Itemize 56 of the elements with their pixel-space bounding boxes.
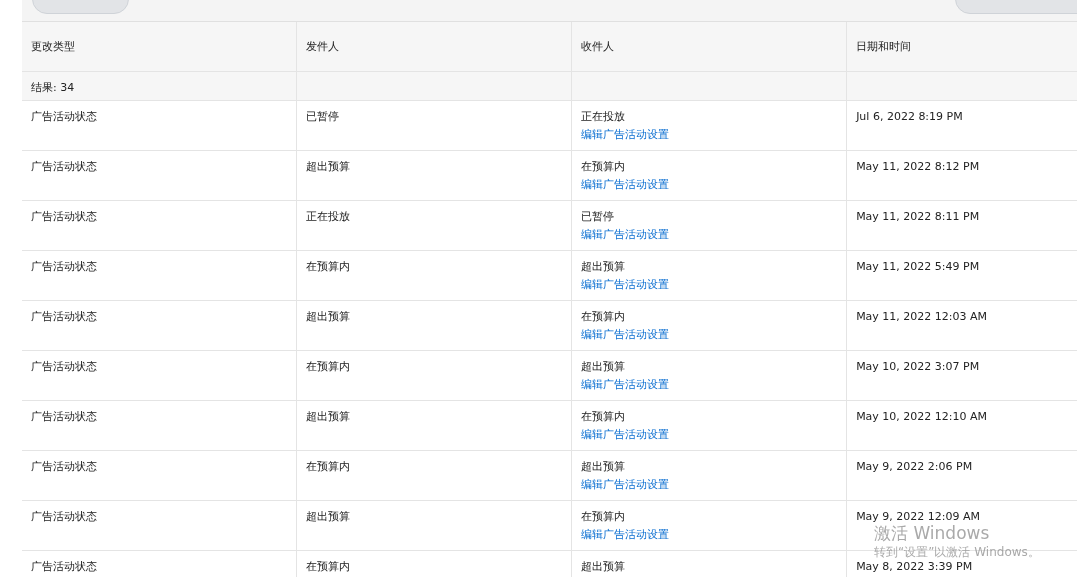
edit-link[interactable]: 编辑广告活动设置 [581, 129, 670, 141]
table-cell: 超出预算 [306, 510, 351, 524]
table-cell: 正在投放 [581, 110, 626, 124]
table-cell: 广告活动状态 [31, 260, 97, 274]
results-count: 结果: 34 [31, 81, 75, 94]
table-cell: 在预算内 [306, 460, 351, 474]
table-cell: 在预算内 [581, 160, 626, 174]
table-cell: 在预算内 [306, 260, 351, 274]
table-cell: 广告活动状态 [31, 310, 97, 324]
column-header: 收件人 [581, 40, 615, 53]
table-cell: May 10, 2022 3:07 PM [856, 360, 980, 374]
column-header: 日期和时间 [856, 40, 912, 53]
table-cell: 超出预算 [306, 310, 351, 324]
activation-message: 转到“设置”以激活 Windows。 [874, 546, 1040, 558]
table-cell: 广告活动状态 [31, 510, 97, 524]
table-cell: 在预算内 [581, 310, 626, 324]
table-cell: 广告活动状态 [31, 160, 97, 174]
edit-link[interactable]: 编辑广告活动设置 [581, 229, 670, 241]
table-cell: 超出预算 [581, 560, 626, 574]
edit-link[interactable]: 编辑广告活动设置 [581, 179, 670, 191]
table-cell: 广告活动状态 [31, 560, 97, 574]
table-cell: 在预算内 [306, 560, 351, 574]
table-cell: 广告活动状态 [31, 360, 97, 374]
table-cell: May 11, 2022 12:03 AM [856, 310, 988, 324]
edit-link[interactable]: 编辑广告活动设置 [581, 529, 670, 541]
edit-link[interactable]: 编辑广告活动设置 [581, 429, 670, 441]
table-cell: 在预算内 [581, 510, 626, 524]
table-cell: 超出预算 [581, 460, 626, 474]
edit-link[interactable]: 编辑广告活动设置 [581, 479, 670, 491]
table-cell: 广告活动状态 [31, 110, 97, 124]
table-cell: May 11, 2022 8:12 PM [856, 160, 980, 174]
table-cell: May 8, 2022 3:39 PM [856, 560, 973, 574]
table-cell: Jul 6, 2022 8:19 PM [856, 110, 963, 124]
table-cell: 在预算内 [306, 360, 351, 374]
table-cell: 超出预算 [306, 410, 351, 424]
table-cell: 超出预算 [306, 160, 351, 174]
table-cell: 在预算内 [581, 410, 626, 424]
table-cell: May 10, 2022 12:10 AM [856, 410, 988, 424]
table-cell: 超出预算 [581, 260, 626, 274]
table-cell: May 11, 2022 8:11 PM [856, 210, 980, 224]
edit-link[interactable]: 编辑广告活动设置 [581, 379, 670, 391]
activation-title: 激活 Windows [874, 525, 990, 542]
edit-link[interactable]: 编辑广告活动设置 [581, 329, 670, 341]
table-cell: 广告活动状态 [31, 410, 97, 424]
table-cell: May 9, 2022 2:06 PM [856, 460, 973, 474]
table-cell: 已暂停 [306, 110, 340, 124]
table-cell: 已暂停 [581, 210, 615, 224]
table-cell: 广告活动状态 [31, 460, 97, 474]
table-cell: May 11, 2022 5:49 PM [856, 260, 980, 274]
table-cell: May 9, 2022 12:09 AM [856, 510, 981, 524]
column-header: 发件人 [306, 40, 340, 53]
table-cell: 广告活动状态 [31, 210, 97, 224]
table-cell: 超出预算 [581, 360, 626, 374]
column-header: 更改类型 [31, 40, 75, 53]
table-cell: 正在投放 [306, 210, 351, 224]
edit-link[interactable]: 编辑广告活动设置 [581, 279, 670, 291]
